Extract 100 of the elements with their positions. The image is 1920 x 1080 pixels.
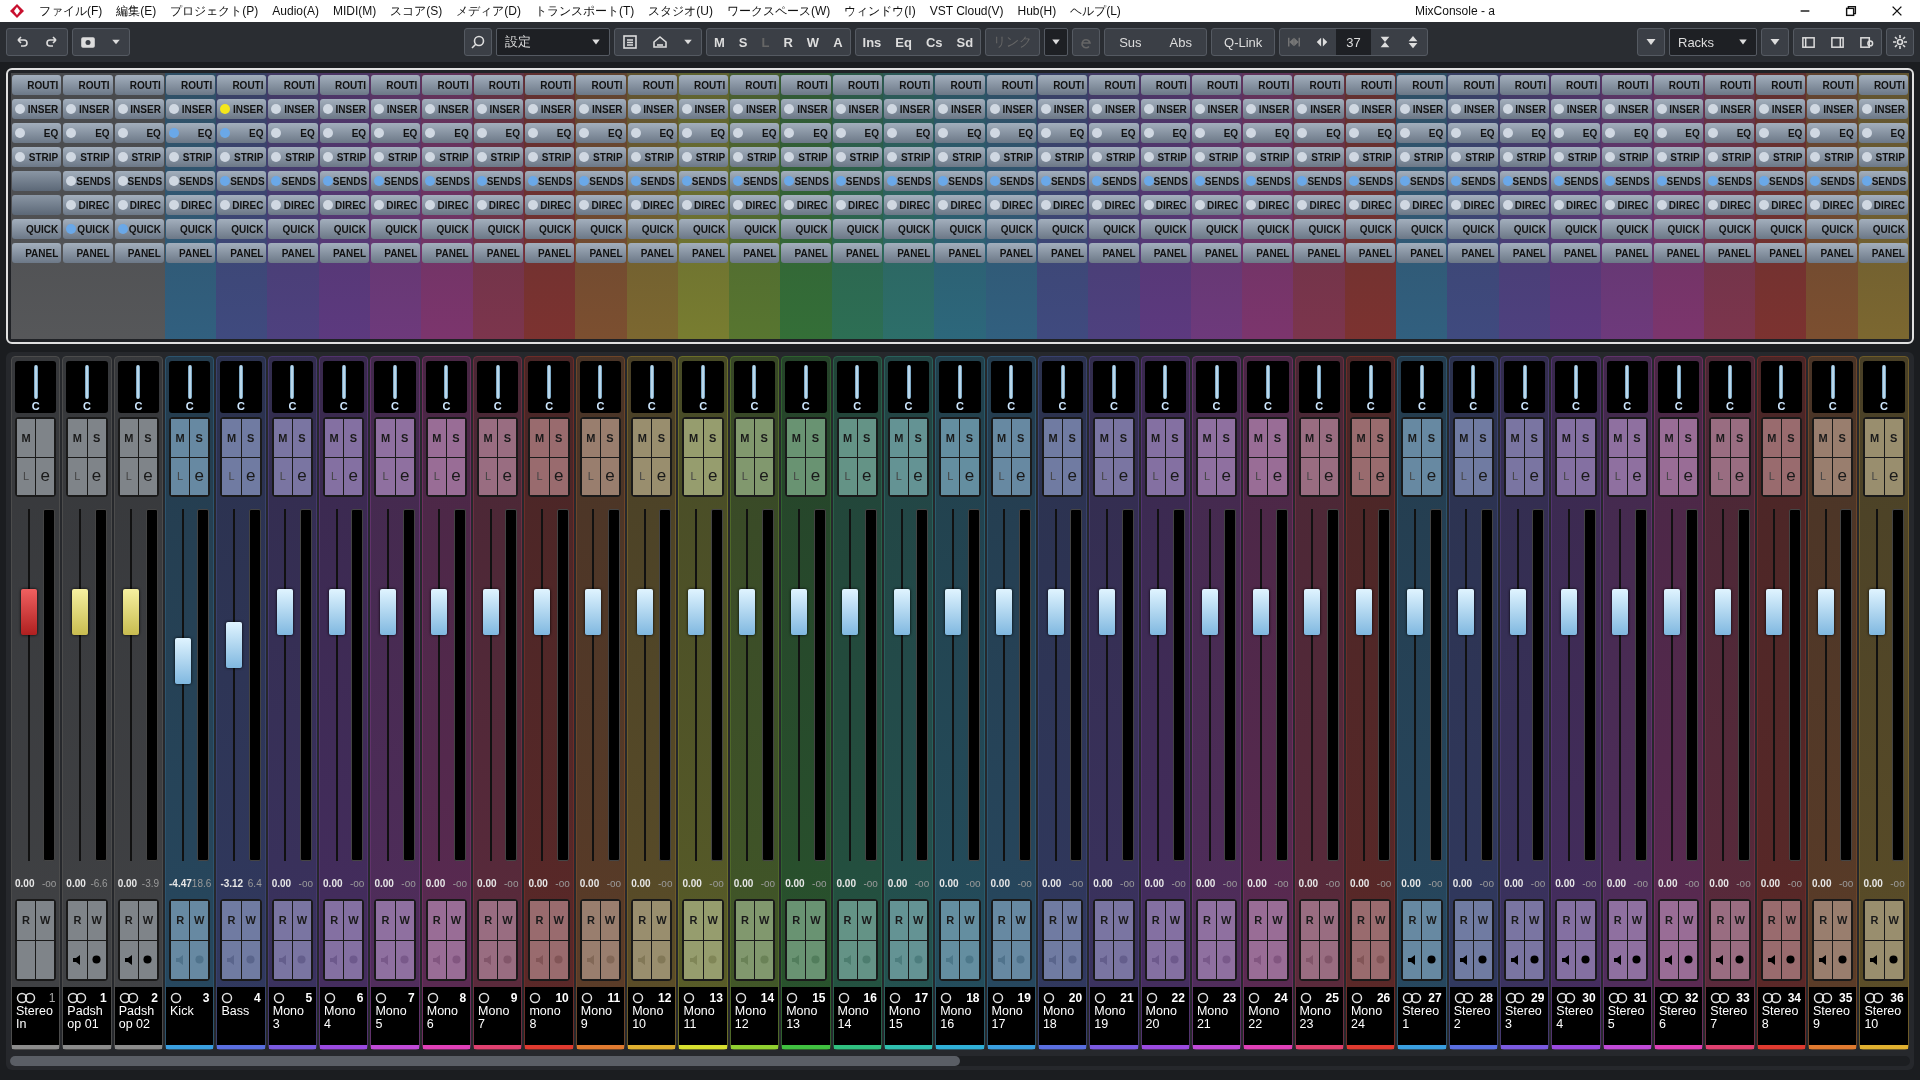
record-button[interactable] <box>292 940 312 979</box>
rack-button[interactable]: ROUTI <box>63 75 113 95</box>
record-button[interactable] <box>1063 940 1082 979</box>
rack-button[interactable]: EQ <box>422 123 472 143</box>
read-button[interactable]: R <box>1454 901 1473 940</box>
mute-button[interactable]: M <box>1043 419 1063 457</box>
fader-handle[interactable] <box>1355 588 1372 635</box>
rack-button[interactable]: QUICK <box>422 219 472 239</box>
fader-handle[interactable] <box>1817 588 1834 635</box>
write-button[interactable]: W <box>36 901 55 940</box>
monitor-button[interactable] <box>1762 940 1781 979</box>
mute-button[interactable]: M <box>787 419 806 457</box>
rack-button[interactable]: SENDS <box>1140 171 1190 191</box>
rack-button[interactable]: INSER <box>114 99 164 119</box>
monitor-button[interactable] <box>1197 940 1217 979</box>
solo-button[interactable]: S <box>1063 419 1082 457</box>
rack-button[interactable]: SENDS <box>63 171 113 191</box>
channel-name[interactable]: Mono 10 <box>632 1005 672 1031</box>
rack-button[interactable]: QUICK <box>781 219 831 239</box>
rack-button[interactable]: PANEL <box>1397 243 1447 263</box>
rack-button[interactable]: STRIP <box>1294 147 1344 167</box>
record-button[interactable] <box>1884 940 1903 979</box>
read-button[interactable]: R <box>1762 901 1781 940</box>
record-button[interactable] <box>446 940 466 979</box>
rack-button[interactable]: SENDS <box>986 171 1036 191</box>
restore-icon[interactable] <box>1844 4 1858 18</box>
rack-button[interactable]: EQ <box>1397 123 1447 143</box>
rack-button[interactable]: SENDS <box>1243 171 1293 191</box>
write-button[interactable]: W <box>1063 901 1082 940</box>
edit-button[interactable]: e <box>1268 457 1287 495</box>
rack-button[interactable]: DIREC <box>114 195 164 215</box>
monitor-button[interactable] <box>735 940 754 979</box>
rack-button[interactable]: DIREC <box>524 195 575 215</box>
pan-control[interactable]: C <box>733 361 776 413</box>
rack-toggle-button[interactable]: Cs <box>918 29 950 55</box>
rack-button[interactable]: DIREC <box>627 195 677 215</box>
channel-name[interactable]: Mono 19 <box>1094 1005 1134 1031</box>
rack-button[interactable]: DIREC <box>1704 195 1755 215</box>
rack-button[interactable]: SENDS <box>1858 171 1908 191</box>
record-button[interactable] <box>755 940 774 979</box>
mode-button[interactable]: W <box>799 29 827 55</box>
monitor-button[interactable] <box>530 940 549 979</box>
write-button[interactable]: W <box>857 901 876 940</box>
monitor-button[interactable] <box>1711 940 1730 979</box>
rack-button[interactable]: STRIP <box>165 147 216 167</box>
channel-name[interactable]: Mono 12 <box>734 1005 775 1031</box>
pan-control[interactable]: C <box>66 361 108 413</box>
monitor-button[interactable] <box>1351 940 1371 979</box>
record-button[interactable] <box>1781 940 1801 979</box>
mute-button[interactable]: M <box>1505 419 1525 457</box>
edit-button[interactable]: e <box>1011 457 1030 495</box>
write-button[interactable]: W <box>806 901 825 940</box>
pan-control[interactable]: C <box>1041 361 1084 413</box>
pan-control[interactable]: C <box>1760 361 1803 413</box>
channel-count-field[interactable]: 37 <box>1336 29 1371 55</box>
solo-button[interactable]: S <box>1525 419 1544 457</box>
solo-button[interactable]: S <box>1730 419 1749 457</box>
rack-button[interactable]: ROUTI <box>1550 75 1601 95</box>
rack-button[interactable]: STRIP <box>576 147 626 167</box>
fader-handle[interactable] <box>1561 588 1577 635</box>
read-button[interactable]: R <box>1249 901 1268 940</box>
channel-name[interactable]: Mono 15 <box>888 1005 929 1031</box>
channel-name[interactable]: Mono 17 <box>991 1005 1031 1031</box>
rack-button[interactable]: ROUTI <box>1089 75 1139 95</box>
search-icon[interactable] <box>470 34 486 50</box>
rack-button[interactable]: EQ <box>1294 123 1344 143</box>
rack-button[interactable]: ROUTI <box>832 75 883 95</box>
rack-button[interactable]: INSER <box>1704 99 1755 119</box>
rack-button[interactable]: EQ <box>1243 123 1293 143</box>
rack-button[interactable]: QUICK <box>1345 219 1395 239</box>
record-button[interactable] <box>1576 940 1595 979</box>
rack-button[interactable]: PANEL <box>1448 243 1498 263</box>
fader-handle[interactable] <box>328 588 345 635</box>
write-button[interactable]: W <box>498 901 517 940</box>
pan-control[interactable]: C <box>374 361 416 413</box>
preset-dropdown[interactable]: 設定 <box>496 28 610 56</box>
read-button[interactable]: R <box>325 901 344 940</box>
rack-button[interactable]: ROUTI <box>1858 75 1908 95</box>
rack-button[interactable]: ROUTI <box>678 75 729 95</box>
menu-item[interactable]: ファイル(F) <box>32 2 110 20</box>
rack-button[interactable]: INSER <box>63 99 113 119</box>
rack-button[interactable]: EQ <box>319 123 370 143</box>
rack-button[interactable]: QUICK <box>1756 219 1806 239</box>
pan-control[interactable]: C <box>1298 361 1340 413</box>
rack-button[interactable]: INSER <box>1602 99 1652 119</box>
write-button[interactable]: W <box>87 901 106 940</box>
monitor-button[interactable] <box>68 940 87 979</box>
settings-icon[interactable] <box>1892 34 1908 50</box>
mute-button[interactable]: M <box>1557 419 1576 457</box>
monitor-button[interactable] <box>1660 940 1679 979</box>
mute-button[interactable]: M <box>68 419 87 457</box>
edit-button[interactable]: e <box>1730 457 1749 495</box>
pan-control[interactable]: C <box>425 361 468 413</box>
mute-button[interactable]: M <box>581 419 600 457</box>
rack-button[interactable]: INSER <box>1037 99 1088 119</box>
rack-button[interactable]: QUICK <box>678 219 729 239</box>
rack-button[interactable]: DIREC <box>730 195 780 215</box>
menu-item[interactable]: ウィンドウ(I) <box>837 2 923 20</box>
rack-button[interactable]: QUICK <box>1653 219 1703 239</box>
rack-button[interactable]: QUICK <box>1243 219 1293 239</box>
